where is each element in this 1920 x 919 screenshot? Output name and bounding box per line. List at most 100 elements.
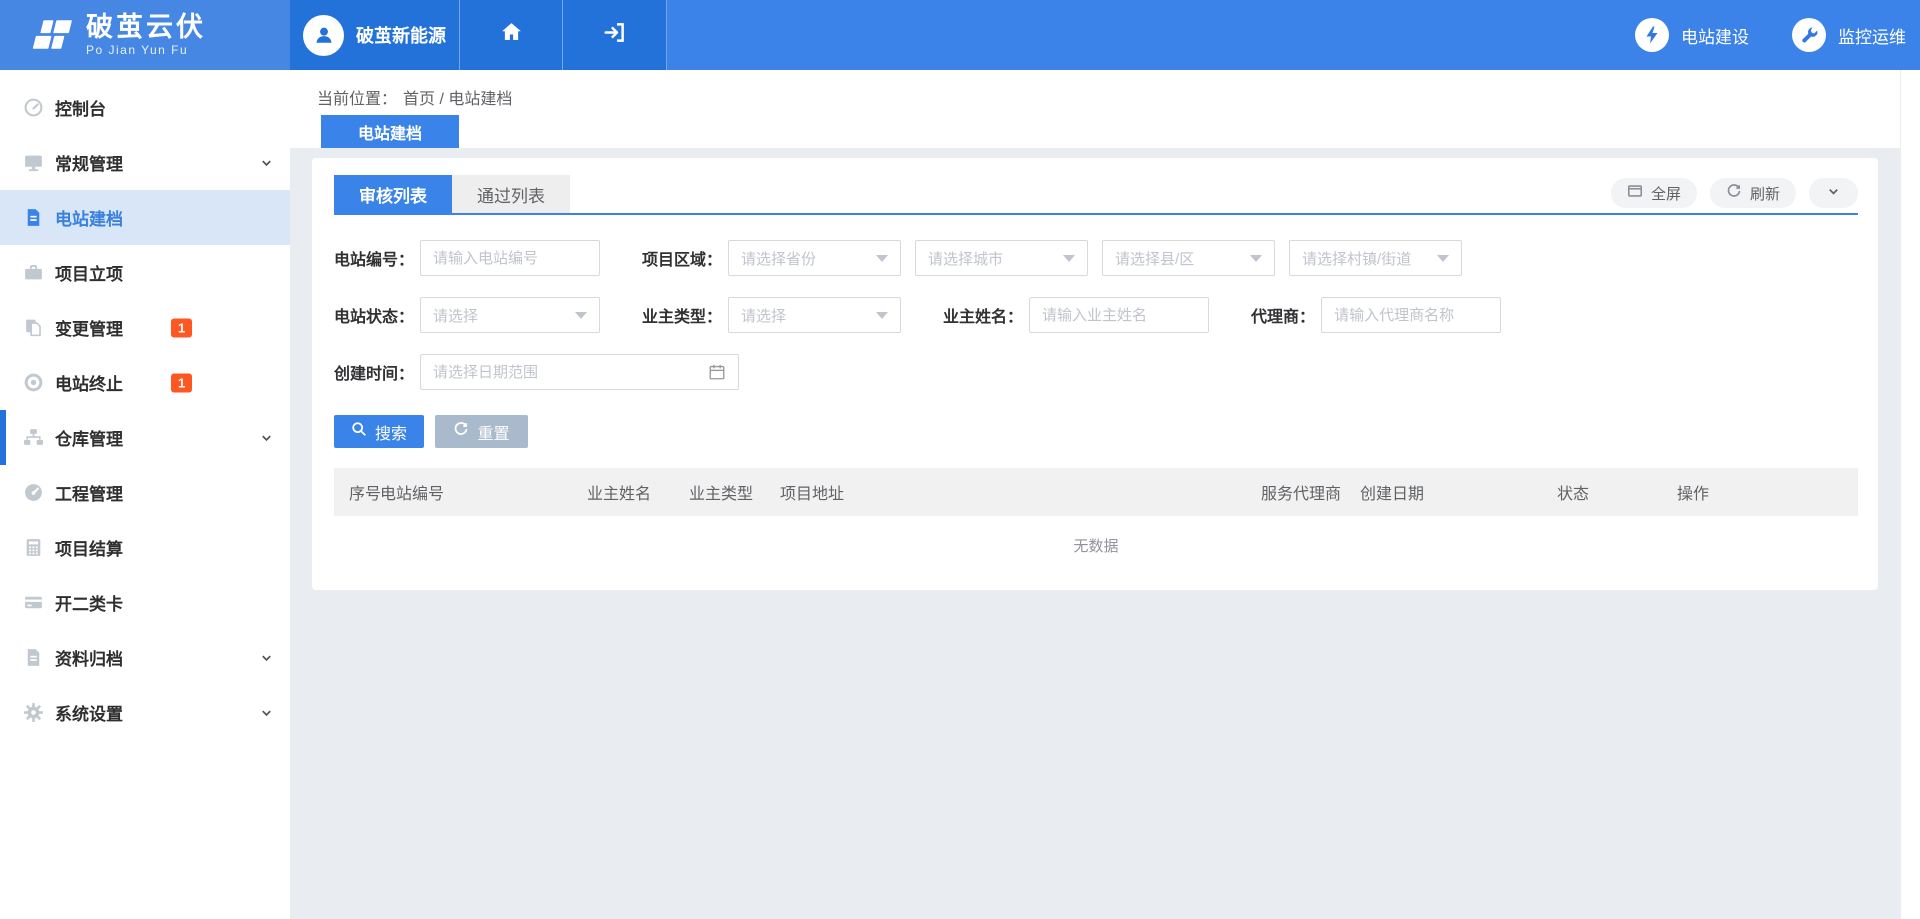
station-no-label: 电站编号： — [334, 246, 414, 270]
bank-card-icon — [22, 592, 44, 614]
caret-down-icon — [1437, 255, 1449, 262]
brand-name: 破茧云伏 — [86, 13, 206, 41]
briefcase-icon — [22, 262, 44, 284]
owner-type-label: 业主类型： — [642, 303, 722, 327]
user-avatar-icon — [303, 15, 344, 56]
agent-input[interactable] — [1321, 297, 1501, 333]
sidebar-item-engineering-mgmt[interactable]: 工程管理 — [0, 465, 290, 520]
caret-down-icon — [1063, 255, 1075, 262]
target-icon — [22, 372, 44, 394]
pages-icon — [22, 317, 44, 339]
refresh-icon — [1726, 183, 1742, 203]
brand-subtitle: Po Jian Yun Fu — [86, 43, 206, 57]
owner-type-select[interactable]: 请选择 — [728, 297, 901, 333]
lightning-icon — [1635, 18, 1669, 52]
fullscreen-icon — [1627, 183, 1643, 203]
owner-name-input[interactable] — [1029, 297, 1209, 333]
city-select[interactable]: 请选择城市 — [915, 240, 1088, 276]
caret-down-icon — [1250, 255, 1262, 262]
chevron-down-icon — [259, 430, 274, 445]
main-area: 当前位置： 首页 / 电站建档 电站建档 审核列表 通过列表 全屏 — [290, 70, 1920, 919]
chevron-down-icon — [259, 705, 274, 720]
sidebar-item-project-initiation[interactable]: 项目立项 — [0, 245, 290, 300]
sidebar-item-warehouse-mgmt[interactable]: 仓库管理 — [0, 410, 290, 465]
company-name: 破茧新能源 — [356, 22, 446, 48]
col-project-address: 项目地址 — [780, 468, 1261, 516]
header-modules: 电站建设 监控运维 — [667, 0, 1920, 70]
town-select[interactable]: 请选择村镇/街道 — [1289, 240, 1462, 276]
chevron-down-icon — [259, 650, 274, 665]
calendar-icon — [708, 363, 726, 381]
file-icon — [22, 647, 44, 669]
wrench-icon — [1792, 18, 1826, 52]
chevron-down-icon — [259, 155, 274, 170]
home-icon — [499, 20, 524, 50]
module-station-build-label: 电站建设 — [1681, 23, 1749, 48]
breadcrumb: 当前位置： 首页 / 电站建档 — [290, 70, 1920, 109]
reset-icon — [453, 421, 469, 442]
breadcrumb-path[interactable]: 首页 / 电站建档 — [403, 91, 512, 108]
dashboard-icon — [22, 97, 44, 119]
station-status-select[interactable]: 请选择 — [420, 297, 600, 333]
home-button[interactable] — [460, 0, 563, 70]
search-icon — [351, 421, 367, 442]
empty-row: 无数据 — [334, 516, 1858, 574]
logout-button[interactable] — [563, 0, 667, 70]
gauge-icon — [22, 482, 44, 504]
sitemap-icon — [22, 427, 44, 449]
document-icon — [22, 207, 44, 229]
table-header-row: 序号 电站编号 业主姓名 业主类型 项目地址 服务代理商 创建日期 状态 操作 — [334, 468, 1858, 516]
province-select[interactable]: 请选择省份 — [728, 240, 901, 276]
sidebar-item-station-termination[interactable]: 电站终止 1 — [0, 355, 290, 410]
sidebar-item-project-settlement[interactable]: 项目结算 — [0, 520, 290, 575]
monitor-icon — [22, 152, 44, 174]
filter-form: 电站编号： 项目区域： 请选择省份 请选择城市 请选择县/区 — [334, 215, 1858, 390]
refresh-button[interactable]: 刷新 — [1710, 178, 1796, 208]
caret-down-icon — [876, 255, 888, 262]
collapse-toggle-button[interactable] — [1809, 178, 1858, 208]
region-label: 项目区域： — [642, 246, 722, 270]
station-termination-badge: 1 — [171, 373, 192, 392]
owner-name-label: 业主姓名： — [943, 303, 1023, 327]
reset-button[interactable]: 重置 — [435, 415, 528, 448]
sidebar-item-system-settings[interactable]: 系统设置 — [0, 685, 290, 740]
col-owner-type: 业主类型 — [689, 468, 780, 516]
page-tab-station-filing[interactable]: 电站建档 — [321, 115, 459, 148]
station-status-label: 电站状态： — [334, 303, 414, 327]
brand-logo-icon — [26, 15, 72, 55]
col-index: 序号 — [334, 468, 380, 516]
breadcrumb-label: 当前位置： — [317, 91, 397, 108]
sidebar-item-data-archive[interactable]: 资料归档 — [0, 630, 290, 685]
module-monitor-ops[interactable]: 监控运维 — [1792, 18, 1906, 52]
col-created-date: 创建日期 — [1360, 468, 1557, 516]
calculator-icon — [22, 537, 44, 559]
sidebar-item-general-mgmt[interactable]: 常规管理 — [0, 135, 290, 190]
header-nav-group: 破茧新能源 — [290, 0, 667, 70]
sidebar-item-dashboard[interactable]: 控制台 — [0, 80, 290, 135]
change-mgmt-badge: 1 — [171, 318, 192, 337]
caret-down-icon — [575, 312, 587, 319]
module-station-build[interactable]: 电站建设 — [1635, 18, 1749, 52]
sidebar-item-change-mgmt[interactable]: 变更管理 1 — [0, 300, 290, 355]
brand-logo: 破茧云伏 Po Jian Yun Fu — [0, 0, 290, 70]
county-select[interactable]: 请选择县/区 — [1102, 240, 1275, 276]
filter-buttons: 搜索 重置 — [334, 415, 1858, 448]
col-station-no: 电站编号 — [380, 468, 587, 516]
search-button[interactable]: 搜索 — [334, 415, 424, 448]
date-range-input[interactable] — [420, 354, 739, 390]
col-actions: 操作 — [1677, 468, 1858, 516]
station-no-input[interactable] — [420, 240, 600, 276]
content: 审核列表 通过列表 全屏 — [290, 148, 1920, 590]
user-account-button[interactable]: 破茧新能源 — [290, 0, 460, 70]
logout-icon — [602, 20, 627, 50]
results-table: 序号 电站编号 业主姓名 业主类型 项目地址 服务代理商 创建日期 状态 操作 … — [334, 468, 1858, 574]
tab-review-list[interactable]: 审核列表 — [334, 175, 452, 213]
fullscreen-button[interactable]: 全屏 — [1611, 178, 1697, 208]
tab-passed-list[interactable]: 通过列表 — [452, 175, 570, 213]
top-header: 破茧云伏 Po Jian Yun Fu 破茧新能源 — [0, 0, 1920, 70]
col-status: 状态 — [1557, 468, 1677, 516]
sidebar-item-station-filing[interactable]: 电站建档 — [0, 190, 290, 245]
created-time-label: 创建时间： — [334, 360, 414, 384]
vertical-scrollbar[interactable] — [1900, 70, 1920, 919]
sidebar-item-open-card[interactable]: 开二类卡 — [0, 575, 290, 630]
